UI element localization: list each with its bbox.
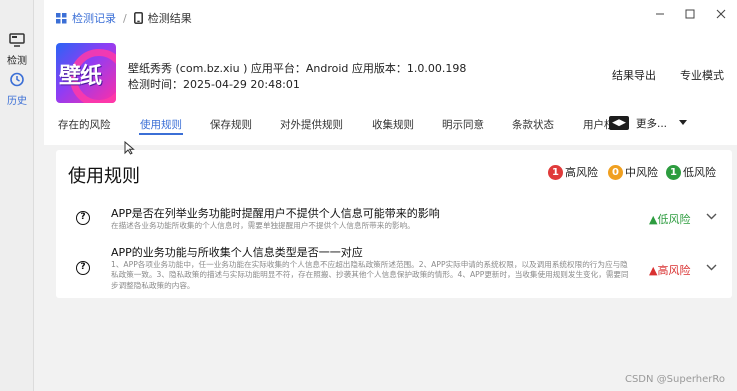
- breadcrumb-current: 检测结果: [147, 12, 192, 25]
- tab-risks[interactable]: 存在的风险: [58, 117, 111, 132]
- minimize-button[interactable]: [655, 8, 665, 22]
- legend-label: 高风险: [565, 166, 598, 179]
- active-tab-indicator: [139, 133, 183, 135]
- watermark: CSDN @SuperherRo: [624, 374, 725, 385]
- phone-icon: [133, 12, 143, 24]
- legend-medium: 0 中风险: [608, 164, 658, 180]
- expand-chevron[interactable]: [706, 260, 717, 274]
- chevron-down-icon: [706, 264, 717, 271]
- rule-title: APP是否在列举业务功能时提醒用户不提供个人信息可能带来的影响: [111, 207, 440, 220]
- close-button[interactable]: [716, 8, 726, 22]
- medium-count-badge: 0: [608, 164, 623, 180]
- tab-terms-status[interactable]: 条款状态: [512, 117, 554, 132]
- question-icon: ?: [76, 211, 90, 225]
- maximize-icon: [685, 9, 695, 19]
- legend-low: 1 低风险: [666, 164, 716, 180]
- tab-explicit-consent[interactable]: 明示同意: [442, 117, 484, 132]
- sidebar-item-label: 历史: [7, 96, 27, 107]
- more-dropdown[interactable]: ◀▶ 更多...: [609, 115, 688, 131]
- mouse-cursor-icon: [124, 141, 135, 155]
- breadcrumb-records-link[interactable]: 检测记录: [72, 10, 116, 26]
- tab-storage-rules[interactable]: 保存规则: [210, 117, 252, 132]
- more-chip-icon: ◀▶: [609, 116, 629, 130]
- left-rail: 检测 历史: [0, 0, 34, 391]
- question-icon: ?: [76, 261, 90, 275]
- tab-usage-rules[interactable]: 使用规则: [140, 117, 182, 132]
- risk-badge: ▲低风险: [649, 213, 691, 226]
- breadcrumb-separator: /: [123, 11, 127, 25]
- chevron-down-icon: [706, 213, 717, 220]
- expand-chevron[interactable]: [706, 209, 717, 223]
- sidebar-item-label: 检测: [7, 56, 27, 67]
- caret-down-icon: [679, 120, 688, 125]
- grid-icon: [56, 12, 67, 23]
- legend-high: 1 高风险: [548, 164, 598, 180]
- rule-item[interactable]: ? APP是否在列举业务功能时提醒用户不提供个人信息可能带来的影响 在描述各业务…: [56, 202, 732, 238]
- detect-icon: [9, 33, 25, 47]
- maximize-button[interactable]: [685, 8, 695, 22]
- rules-card: 使用规则 1 高风险 0 中风险 1 低风险 ? APP是否在列举业务功能时提醒…: [56, 150, 732, 298]
- low-count-badge: 1: [666, 164, 681, 180]
- high-count-badge: 1: [548, 164, 563, 180]
- legend-label: 中风险: [625, 166, 658, 179]
- export-results-button[interactable]: 结果导出: [612, 67, 656, 83]
- minimize-icon: [656, 13, 664, 15]
- tab-sharing-rules[interactable]: 对外提供规则: [280, 117, 343, 132]
- rule-item[interactable]: ? APP的业务功能与所收集个人信息类型是否一一对应 1、APP各项业务功能中，…: [56, 242, 732, 294]
- detect-time: 检测时间：2025-04-29 20:48:01: [128, 78, 300, 91]
- section-title: 使用规则: [68, 166, 140, 187]
- breadcrumb: 检测记录 / 检测结果: [56, 10, 192, 26]
- history-icon: [10, 72, 24, 87]
- app-logo-text: 壁纸: [59, 63, 102, 89]
- sidebar-item-history[interactable]: 历史: [0, 72, 34, 107]
- expert-mode-button[interactable]: 专业模式: [680, 67, 724, 83]
- legend-label: 低风险: [683, 166, 716, 179]
- sidebar-item-detect[interactable]: 检测: [0, 32, 34, 67]
- rule-description: 在描述各业务功能所收集的个人信息时，需要单独提醒用户不提供个人信息所带来的影响。: [111, 221, 415, 230]
- app-info: 壁纸秀秀 (com.bz.xiu ) 应用平台：Android 应用版本：1.0…: [128, 62, 467, 75]
- app-logo: 壁纸: [56, 43, 116, 103]
- close-icon: [716, 9, 726, 19]
- rule-title: APP的业务功能与所收集个人信息类型是否一一对应: [111, 246, 363, 259]
- rule-description: 1、APP各项业务功能中，任一业务功能在实际收集的个人信息不应超出隐私政策所述范…: [111, 260, 629, 290]
- tab-collection-rules[interactable]: 收集规则: [372, 117, 414, 132]
- more-label: 更多...: [636, 117, 668, 130]
- risk-badge: ▲高风险: [649, 264, 691, 277]
